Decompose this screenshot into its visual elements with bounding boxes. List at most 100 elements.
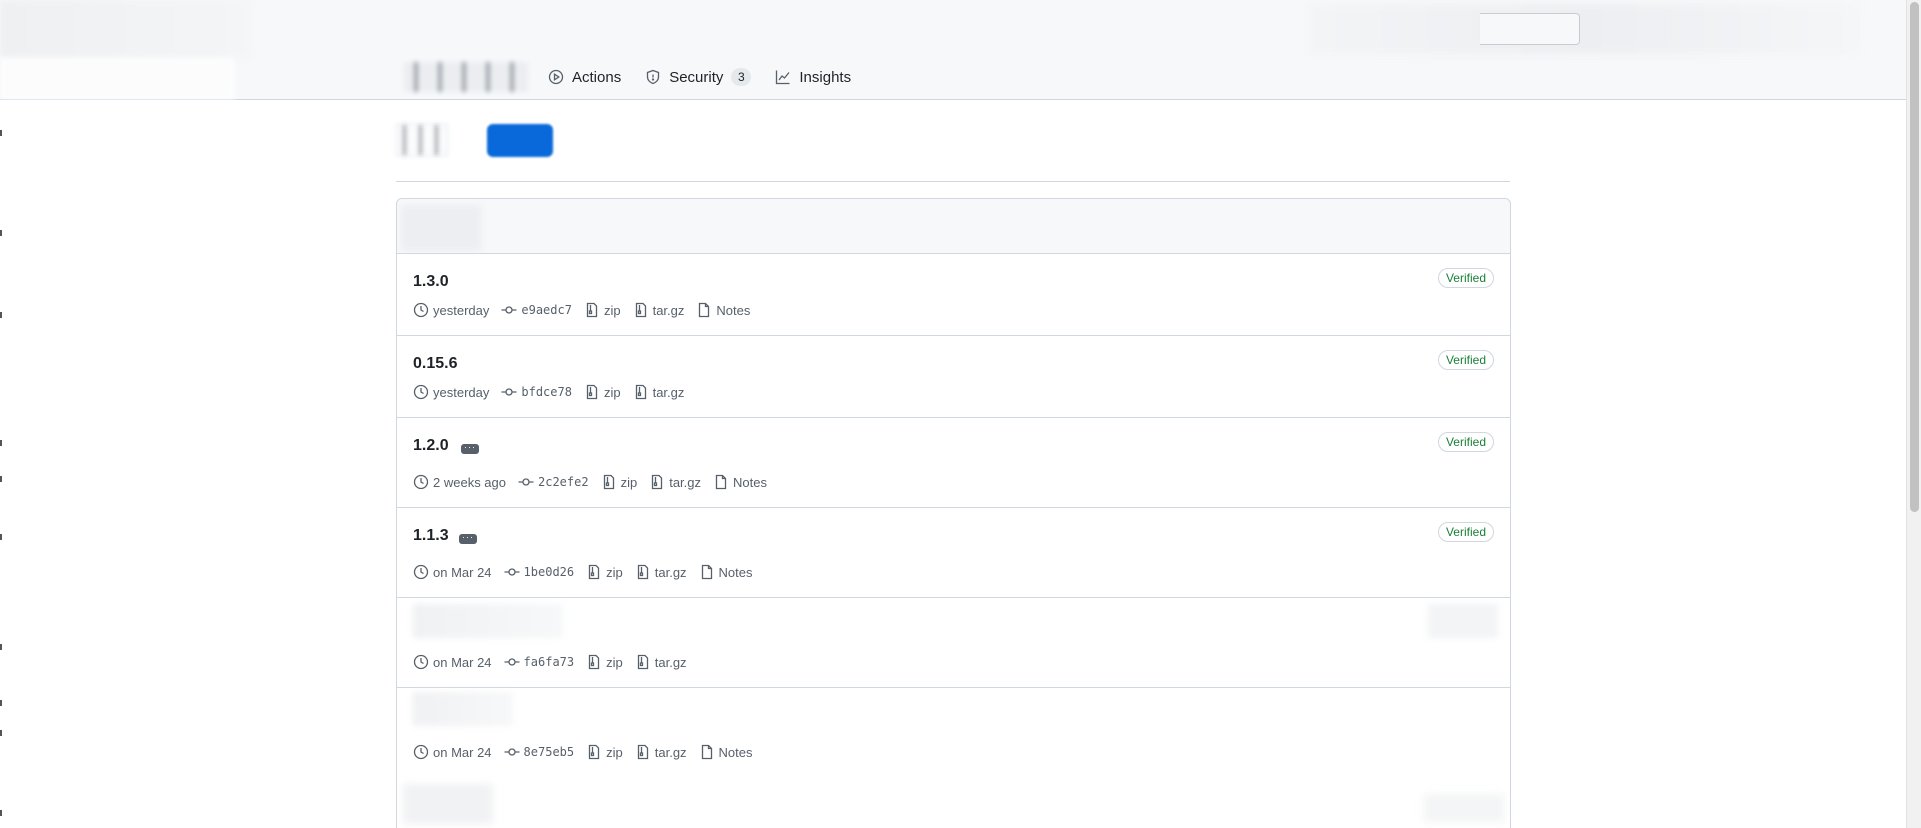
- tab-actions[interactable]: Actions: [536, 62, 633, 92]
- commit-icon: [504, 748, 520, 756]
- commit-icon: [501, 306, 517, 314]
- scrollbar[interactable]: [1906, 0, 1921, 828]
- zip-label[interactable]: zip: [606, 745, 623, 760]
- tag-meta: yesterday bfdce78 zip tar.gz: [413, 384, 696, 400]
- targz-link[interactable]: tar.gz: [633, 384, 685, 400]
- notes-label[interactable]: Notes: [733, 475, 767, 490]
- graph-icon: [776, 70, 790, 85]
- notes-link[interactable]: Notes: [696, 302, 750, 318]
- targz-label[interactable]: tar.gz: [653, 385, 685, 400]
- targz-label[interactable]: tar.gz: [653, 303, 685, 318]
- targz-link[interactable]: tar.gz: [635, 564, 687, 580]
- time-item: on Mar 24: [413, 564, 492, 580]
- search-input[interactable]: [1480, 13, 1580, 45]
- targz-label[interactable]: tar.gz: [669, 475, 701, 490]
- verified-badge[interactable]: Verified: [1437, 268, 1494, 288]
- file-zip-icon: [637, 564, 648, 580]
- zip-label[interactable]: zip: [621, 475, 638, 490]
- time-text: on Mar 24: [433, 564, 492, 580]
- zip-link[interactable]: zip: [601, 474, 638, 490]
- file-icon: [699, 302, 710, 318]
- divider: [396, 181, 1510, 182]
- redacted-subnav-tab[interactable]: [396, 124, 448, 156]
- redacted-tag-name[interactable]: [413, 692, 513, 726]
- more-button[interactable]: ···: [459, 533, 477, 544]
- targz-label[interactable]: tar.gz: [655, 565, 687, 580]
- targz-link[interactable]: tar.gz: [633, 302, 685, 318]
- commit-item[interactable]: bfdce78: [501, 384, 572, 400]
- tab-insights[interactable]: Insights: [763, 62, 863, 92]
- commit-item[interactable]: 2c2efe2: [518, 474, 589, 490]
- tab-security[interactable]: Security 3: [633, 62, 763, 92]
- zip-link[interactable]: zip: [586, 654, 623, 670]
- redacted-nav-items: [404, 62, 528, 92]
- file-zip-icon: [588, 564, 600, 580]
- targz-label[interactable]: tar.gz: [655, 745, 687, 760]
- notes-link[interactable]: Notes: [699, 744, 753, 760]
- tag-name[interactable]: 1.1.3: [413, 527, 449, 545]
- commit-sha[interactable]: bfdce78: [521, 385, 572, 399]
- tag-name[interactable]: 0.15.6: [413, 355, 457, 373]
- redacted-header-actions: [1310, 4, 1860, 54]
- scrollbar-thumb[interactable]: [1910, 2, 1919, 512]
- redacted-badge: [1428, 604, 1498, 638]
- verified-badge[interactable]: Verified: [1437, 350, 1494, 370]
- verified-badge[interactable]: Verified: [1437, 432, 1494, 452]
- list-item: 1.3.0 Verified yesterday e9aedc7 zip tar…: [397, 254, 1510, 336]
- repo-header: Actions Security 3 Insights: [0, 0, 1906, 100]
- commit-item[interactable]: e9aedc7: [501, 302, 572, 318]
- redacted-next-row: [397, 776, 1510, 828]
- targz-label[interactable]: tar.gz: [655, 655, 687, 670]
- list-item: 0.15.6 Verified yesterday bfdce78 zip ta…: [397, 336, 1510, 418]
- commit-sha[interactable]: 8e75eb5: [524, 745, 575, 759]
- targz-link[interactable]: tar.gz: [635, 744, 687, 760]
- commit-sha[interactable]: 2c2efe2: [538, 475, 589, 489]
- targz-link[interactable]: tar.gz: [649, 474, 701, 490]
- play-icon: [548, 69, 564, 85]
- file-zip-icon: [586, 302, 598, 318]
- file-zip-icon: [588, 654, 600, 670]
- commit-item[interactable]: 1be0d26: [504, 564, 575, 580]
- time-text: on Mar 24: [433, 744, 492, 760]
- zip-link[interactable]: zip: [584, 384, 621, 400]
- time-text: on Mar 24: [433, 654, 492, 670]
- time-item: yesterday: [413, 384, 489, 400]
- notes-link[interactable]: Notes: [699, 564, 753, 580]
- notes-label[interactable]: Notes: [719, 565, 753, 580]
- zip-label[interactable]: zip: [604, 303, 621, 318]
- zip-link[interactable]: zip: [586, 744, 623, 760]
- notes-label[interactable]: Notes: [716, 303, 750, 318]
- verified-badge[interactable]: Verified: [1437, 522, 1494, 542]
- clock-icon: [413, 384, 429, 400]
- zip-label[interactable]: zip: [606, 655, 623, 670]
- tag-name[interactable]: 1.2.0: [413, 437, 449, 455]
- commit-icon: [504, 658, 520, 666]
- clock-icon: [413, 654, 429, 670]
- tag-name[interactable]: 1.3.0: [413, 273, 449, 291]
- tag-meta: yesterday e9aedc7 zip tar.gz Notes: [413, 302, 762, 318]
- clock-icon: [413, 744, 429, 760]
- tag-meta: on Mar 24 fa6fa73 zip tar.gz: [413, 654, 699, 670]
- commit-sha[interactable]: 1be0d26: [524, 565, 575, 579]
- more-button[interactable]: ···: [461, 443, 479, 454]
- commit-sha[interactable]: fa6fa73: [524, 655, 575, 669]
- redacted-tag-name[interactable]: [413, 604, 563, 638]
- tag-meta: on Mar 24 8e75eb5 zip tar.gz Notes: [413, 744, 765, 760]
- zip-link[interactable]: zip: [584, 302, 621, 318]
- commit-sha[interactable]: e9aedc7: [521, 303, 572, 317]
- security-count-badge: 3: [731, 68, 752, 86]
- zip-label[interactable]: zip: [604, 385, 621, 400]
- notes-link[interactable]: Notes: [713, 474, 767, 490]
- redacted-primary-button[interactable]: [487, 124, 553, 157]
- commit-item[interactable]: fa6fa73: [504, 654, 575, 670]
- notes-label[interactable]: Notes: [719, 745, 753, 760]
- commit-item[interactable]: 8e75eb5: [504, 744, 575, 760]
- zip-label[interactable]: zip: [606, 565, 623, 580]
- clock-icon: [413, 564, 429, 580]
- targz-link[interactable]: tar.gz: [635, 654, 687, 670]
- commit-icon: [504, 568, 520, 576]
- list-item: on Mar 24 fa6fa73 zip tar.gz: [397, 598, 1510, 688]
- zip-link[interactable]: zip: [586, 564, 623, 580]
- time-item: on Mar 24: [413, 654, 492, 670]
- time-item: 2 weeks ago: [413, 474, 506, 490]
